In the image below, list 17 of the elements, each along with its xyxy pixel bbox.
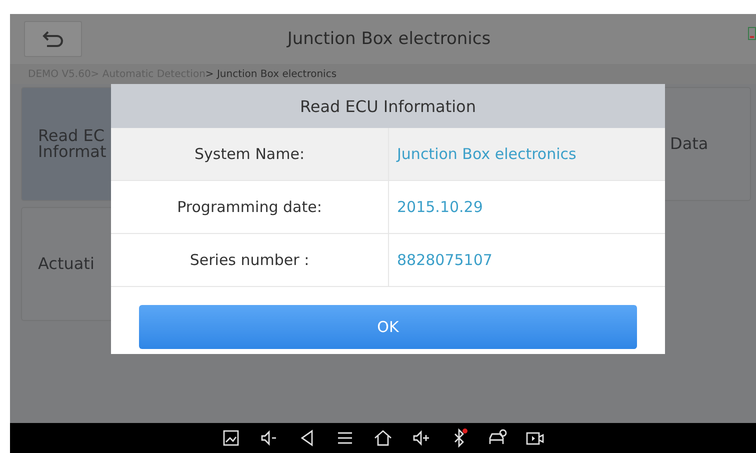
volume-down-icon[interactable] [259,428,279,448]
volume-up-icon[interactable] [411,428,431,448]
field-label: Series number : [111,234,389,286]
ok-button[interactable]: OK [139,305,637,349]
gallery-icon[interactable] [221,428,241,448]
field-value: Junction Box electronics [395,144,578,165]
field-label: System Name: [111,128,389,180]
breadcrumb-current: > Junction Box electronics [205,68,337,80]
dialog-title: Read ECU Information [111,84,665,128]
field-value: 8828075107 [396,250,494,271]
battery-icon [748,26,756,40]
back-arrow-icon [42,31,64,47]
field-value: 2015.10.29 [396,197,484,218]
back-button[interactable] [24,21,82,57]
home-icon[interactable] [373,428,393,448]
page-title: Junction Box electronics [286,29,492,49]
field-label: Programming date: [111,181,389,233]
